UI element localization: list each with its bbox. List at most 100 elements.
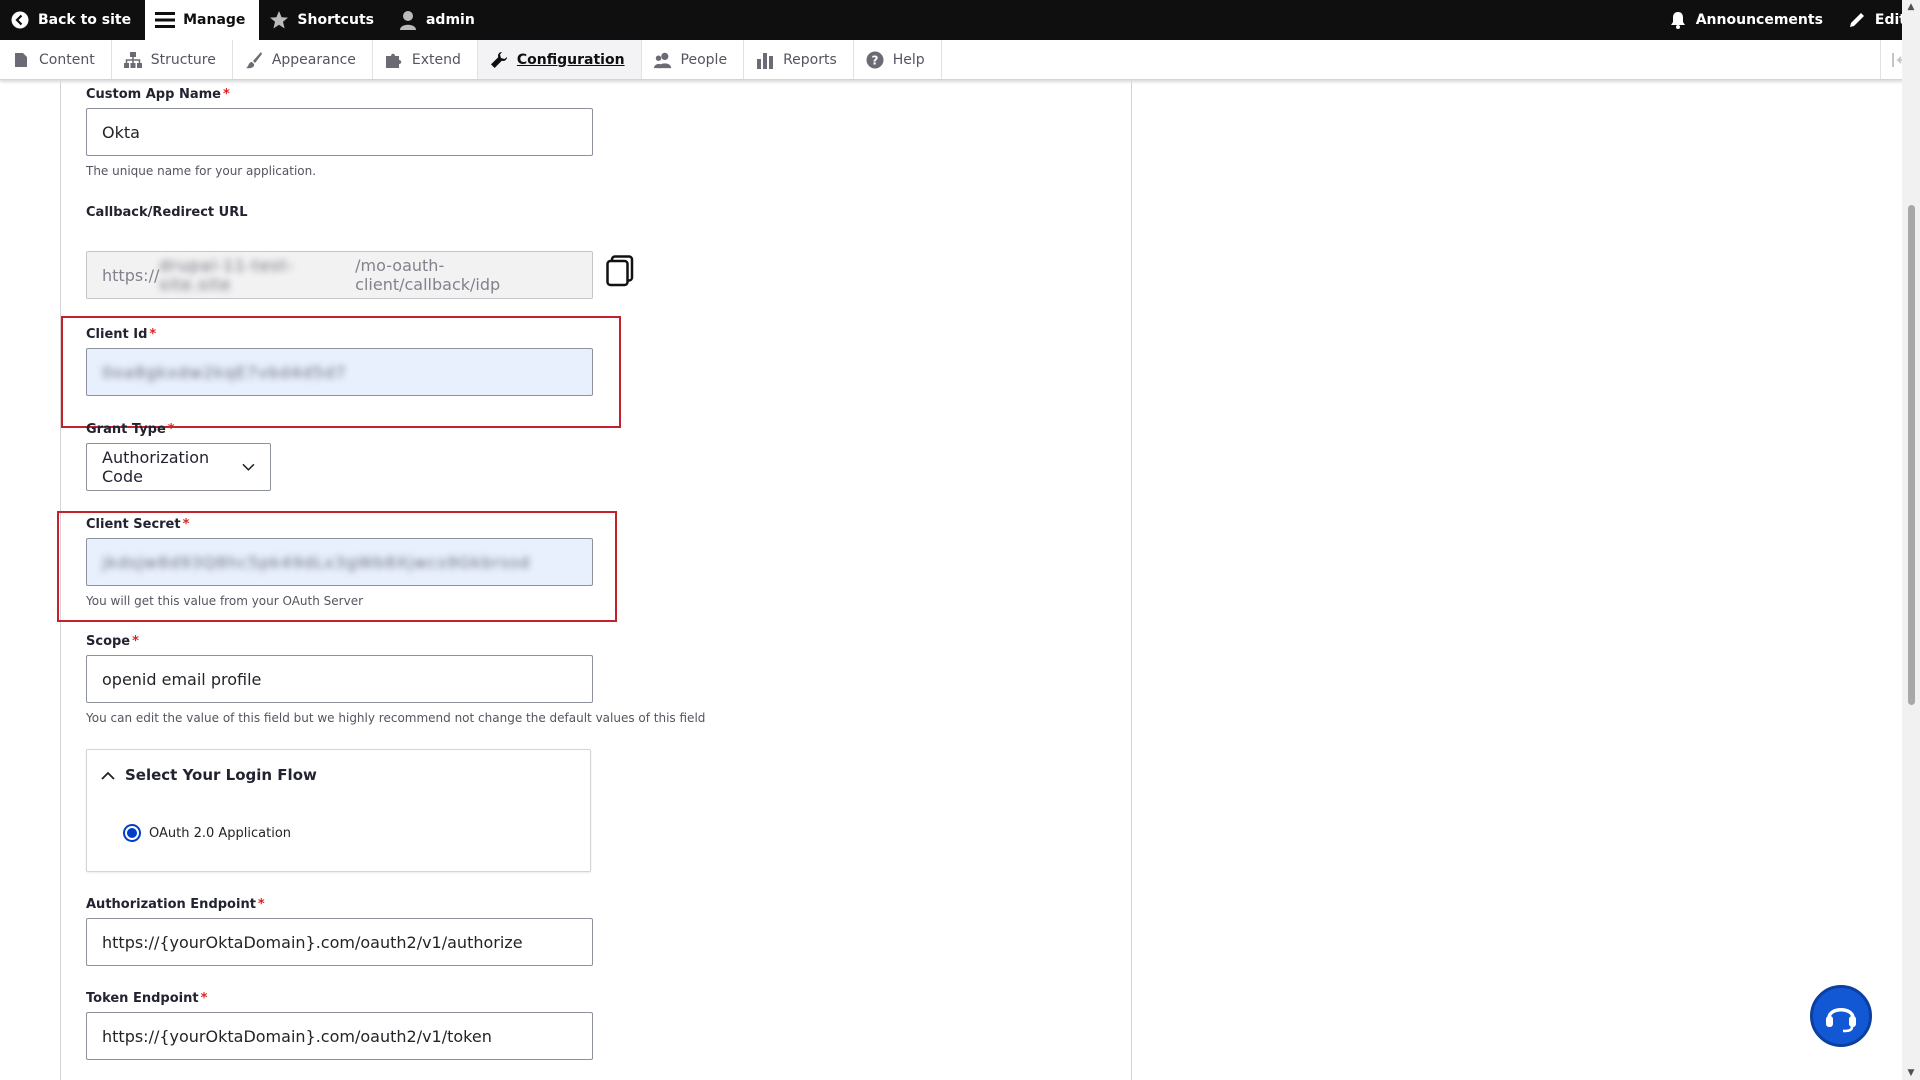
announcements-label: Announcements: [1695, 12, 1823, 28]
input-value: 0oa8gkxdw2kqE7vbd4d5d7: [102, 362, 347, 382]
sitemap-icon: [123, 51, 142, 69]
required-marker: *: [200, 991, 208, 1006]
tray-item-extend[interactable]: Extend: [373, 40, 478, 79]
callback-url-field: Callback/Redirect URL https://drupal-11-…: [86, 205, 593, 299]
shortcuts-tab[interactable]: Shortcuts: [259, 0, 388, 40]
help-icon: ?: [866, 51, 884, 69]
pencil-icon: [1847, 10, 1867, 30]
puzzle-icon: [385, 51, 403, 69]
layout-divider: [1131, 81, 1132, 1080]
url-prefix: https://: [102, 265, 160, 285]
people-icon: [653, 51, 672, 69]
url-suffix: /mo-oauth-client/callback/idp: [355, 256, 501, 294]
tray-item-structure[interactable]: Structure: [112, 40, 233, 79]
required-marker: *: [222, 87, 230, 102]
tray-item-people[interactable]: People: [642, 40, 745, 79]
star-icon: [269, 10, 289, 30]
custom-app-name-field: Custom App Name * Okta The unique name fo…: [86, 87, 593, 178]
page-icon: [12, 51, 30, 69]
field-label: Custom App Name *: [86, 87, 230, 102]
main-content: Custom App Name * Okta The unique name fo…: [0, 81, 1902, 1080]
authorization-endpoint-input[interactable]: https://{yourOktaDomain}.com/oauth2/v1/a…: [86, 918, 593, 966]
grant-type-select[interactable]: Authorization Code: [86, 443, 271, 491]
bell-icon: [1668, 10, 1688, 30]
grant-type-field: Grant Type * Authorization Code: [86, 422, 271, 491]
input-value: Okta: [102, 122, 140, 142]
input-value: https://{yourOktaDomain}.com/oauth2/v1/t…: [102, 1026, 492, 1046]
tray-item-label: Extend: [411, 51, 461, 68]
user-label: admin: [425, 12, 475, 28]
admin-tray: Content Structure Appearance Extend Conf…: [0, 40, 1920, 80]
custom-app-name-input[interactable]: Okta: [86, 108, 593, 156]
tray-item-reports[interactable]: Reports: [744, 40, 854, 79]
select-value: Authorization Code: [102, 448, 210, 486]
token-endpoint-field: Token Endpoint * https://{yourOktaDomain}…: [86, 991, 593, 1060]
field-description: You can edit the value of this field but…: [86, 711, 706, 725]
back-to-site-label: Back to site: [38, 12, 132, 28]
input-value: https://{yourOktaDomain}.com/oauth2/v1/a…: [102, 932, 523, 952]
tray-item-content[interactable]: Content: [0, 40, 112, 79]
tray-item-appearance[interactable]: Appearance: [233, 40, 373, 79]
client-id-input[interactable]: 0oa8gkxdw2kqE7vbd4d5d7: [86, 348, 593, 396]
copy-url-button[interactable]: [606, 255, 634, 291]
manage-label: Manage: [183, 12, 246, 28]
tray-item-label: Appearance: [271, 51, 356, 68]
scope-input[interactable]: openid email profile: [86, 655, 593, 703]
headset-icon: [1826, 1008, 1856, 1033]
client-secret-input[interactable]: jkdsJw8d93Q8hc5pk49dLx3gWb8Xjwcs9Gkbrssd: [86, 538, 593, 586]
radio-label: OAuth 2.0 Application: [149, 825, 292, 841]
tray-item-configuration[interactable]: Configuration: [477, 40, 642, 79]
field-label: Callback/Redirect URL: [86, 205, 248, 220]
client-id-field: Client Id * 0oa8gkxdw2kqE7vbd4d5d7: [86, 327, 593, 396]
required-marker: *: [182, 517, 190, 532]
field-label: Scope *: [86, 634, 139, 649]
tray-item-label: Configuration: [516, 51, 625, 68]
tray-item-help[interactable]: ? Help: [854, 40, 942, 79]
svg-text:?: ?: [871, 53, 878, 67]
login-flow-option[interactable]: OAuth 2.0 Application: [123, 824, 590, 842]
tray-item-label: Structure: [150, 51, 216, 68]
login-flow-title: Select Your Login Flow: [125, 766, 317, 784]
bar-chart-icon: [756, 51, 774, 69]
field-label: Client Secret *: [86, 517, 190, 532]
field-label: Grant Type *: [86, 422, 175, 437]
client-secret-field: Client Secret * jkdsJw8d93Q8hc5pk49dLx3gW…: [86, 517, 593, 608]
login-flow-summary[interactable]: Select Your Login Flow: [87, 750, 590, 800]
field-description: You will get this value from your OAuth …: [86, 594, 364, 608]
tray-item-label: Content: [39, 51, 95, 68]
tray-item-label: Help: [892, 51, 925, 68]
radio-selected-icon[interactable]: [123, 824, 141, 842]
tray-item-label: People: [680, 51, 728, 68]
hamburger-menu-icon: [155, 10, 176, 30]
scroll-down-arrow-icon[interactable]: ▼: [1906, 1068, 1916, 1078]
input-value: jkdsJw8d93Q8hc5pk49dLx3gWb8Xjwcs9Gkbrssd: [102, 552, 531, 572]
required-marker: *: [257, 897, 265, 912]
support-chat-button[interactable]: [1810, 985, 1872, 1047]
wrench-icon: [490, 51, 508, 69]
back-to-site-link[interactable]: Back to site: [0, 0, 145, 40]
chevron-down-icon: [242, 463, 255, 471]
shortcuts-label: Shortcuts: [297, 12, 374, 28]
user-icon: [398, 10, 418, 30]
required-marker: *: [132, 634, 139, 649]
scrollbar-thumb[interactable]: [1908, 205, 1915, 705]
field-description: The unique name for your application.: [86, 164, 317, 178]
field-label: Client Id *: [86, 327, 157, 342]
login-flow-details: Select Your Login Flow OAuth 2.0 Applica…: [86, 749, 591, 872]
manage-tab[interactable]: Manage: [145, 0, 260, 40]
field-label: Authorization Endpoint *: [86, 897, 265, 912]
url-hidden-domain: drupal-11-test-site.site: [159, 256, 295, 294]
required-marker: *: [149, 327, 157, 342]
field-label: Token Endpoint *: [86, 991, 208, 1006]
copy-icon: [606, 255, 634, 287]
back-arrow-icon: [10, 10, 30, 30]
authorization-endpoint-field: Authorization Endpoint * https://{yourOkt…: [86, 897, 593, 966]
scroll-up-arrow-icon[interactable]: ▲: [1906, 2, 1916, 12]
page-scrollbar[interactable]: ▲ ▼: [1902, 0, 1920, 1080]
user-tab[interactable]: admin: [388, 0, 489, 40]
tray-item-label: Reports: [783, 51, 837, 68]
announcements-link[interactable]: Announcements: [1658, 0, 1837, 40]
token-endpoint-input[interactable]: https://{yourOktaDomain}.com/oauth2/v1/t…: [86, 1012, 593, 1060]
callback-url-input[interactable]: https://drupal-11-test-site.site/mo-oaut…: [86, 251, 593, 299]
admin-toolbar: Back to site Manage Shortcuts admin Anno…: [0, 0, 1920, 40]
